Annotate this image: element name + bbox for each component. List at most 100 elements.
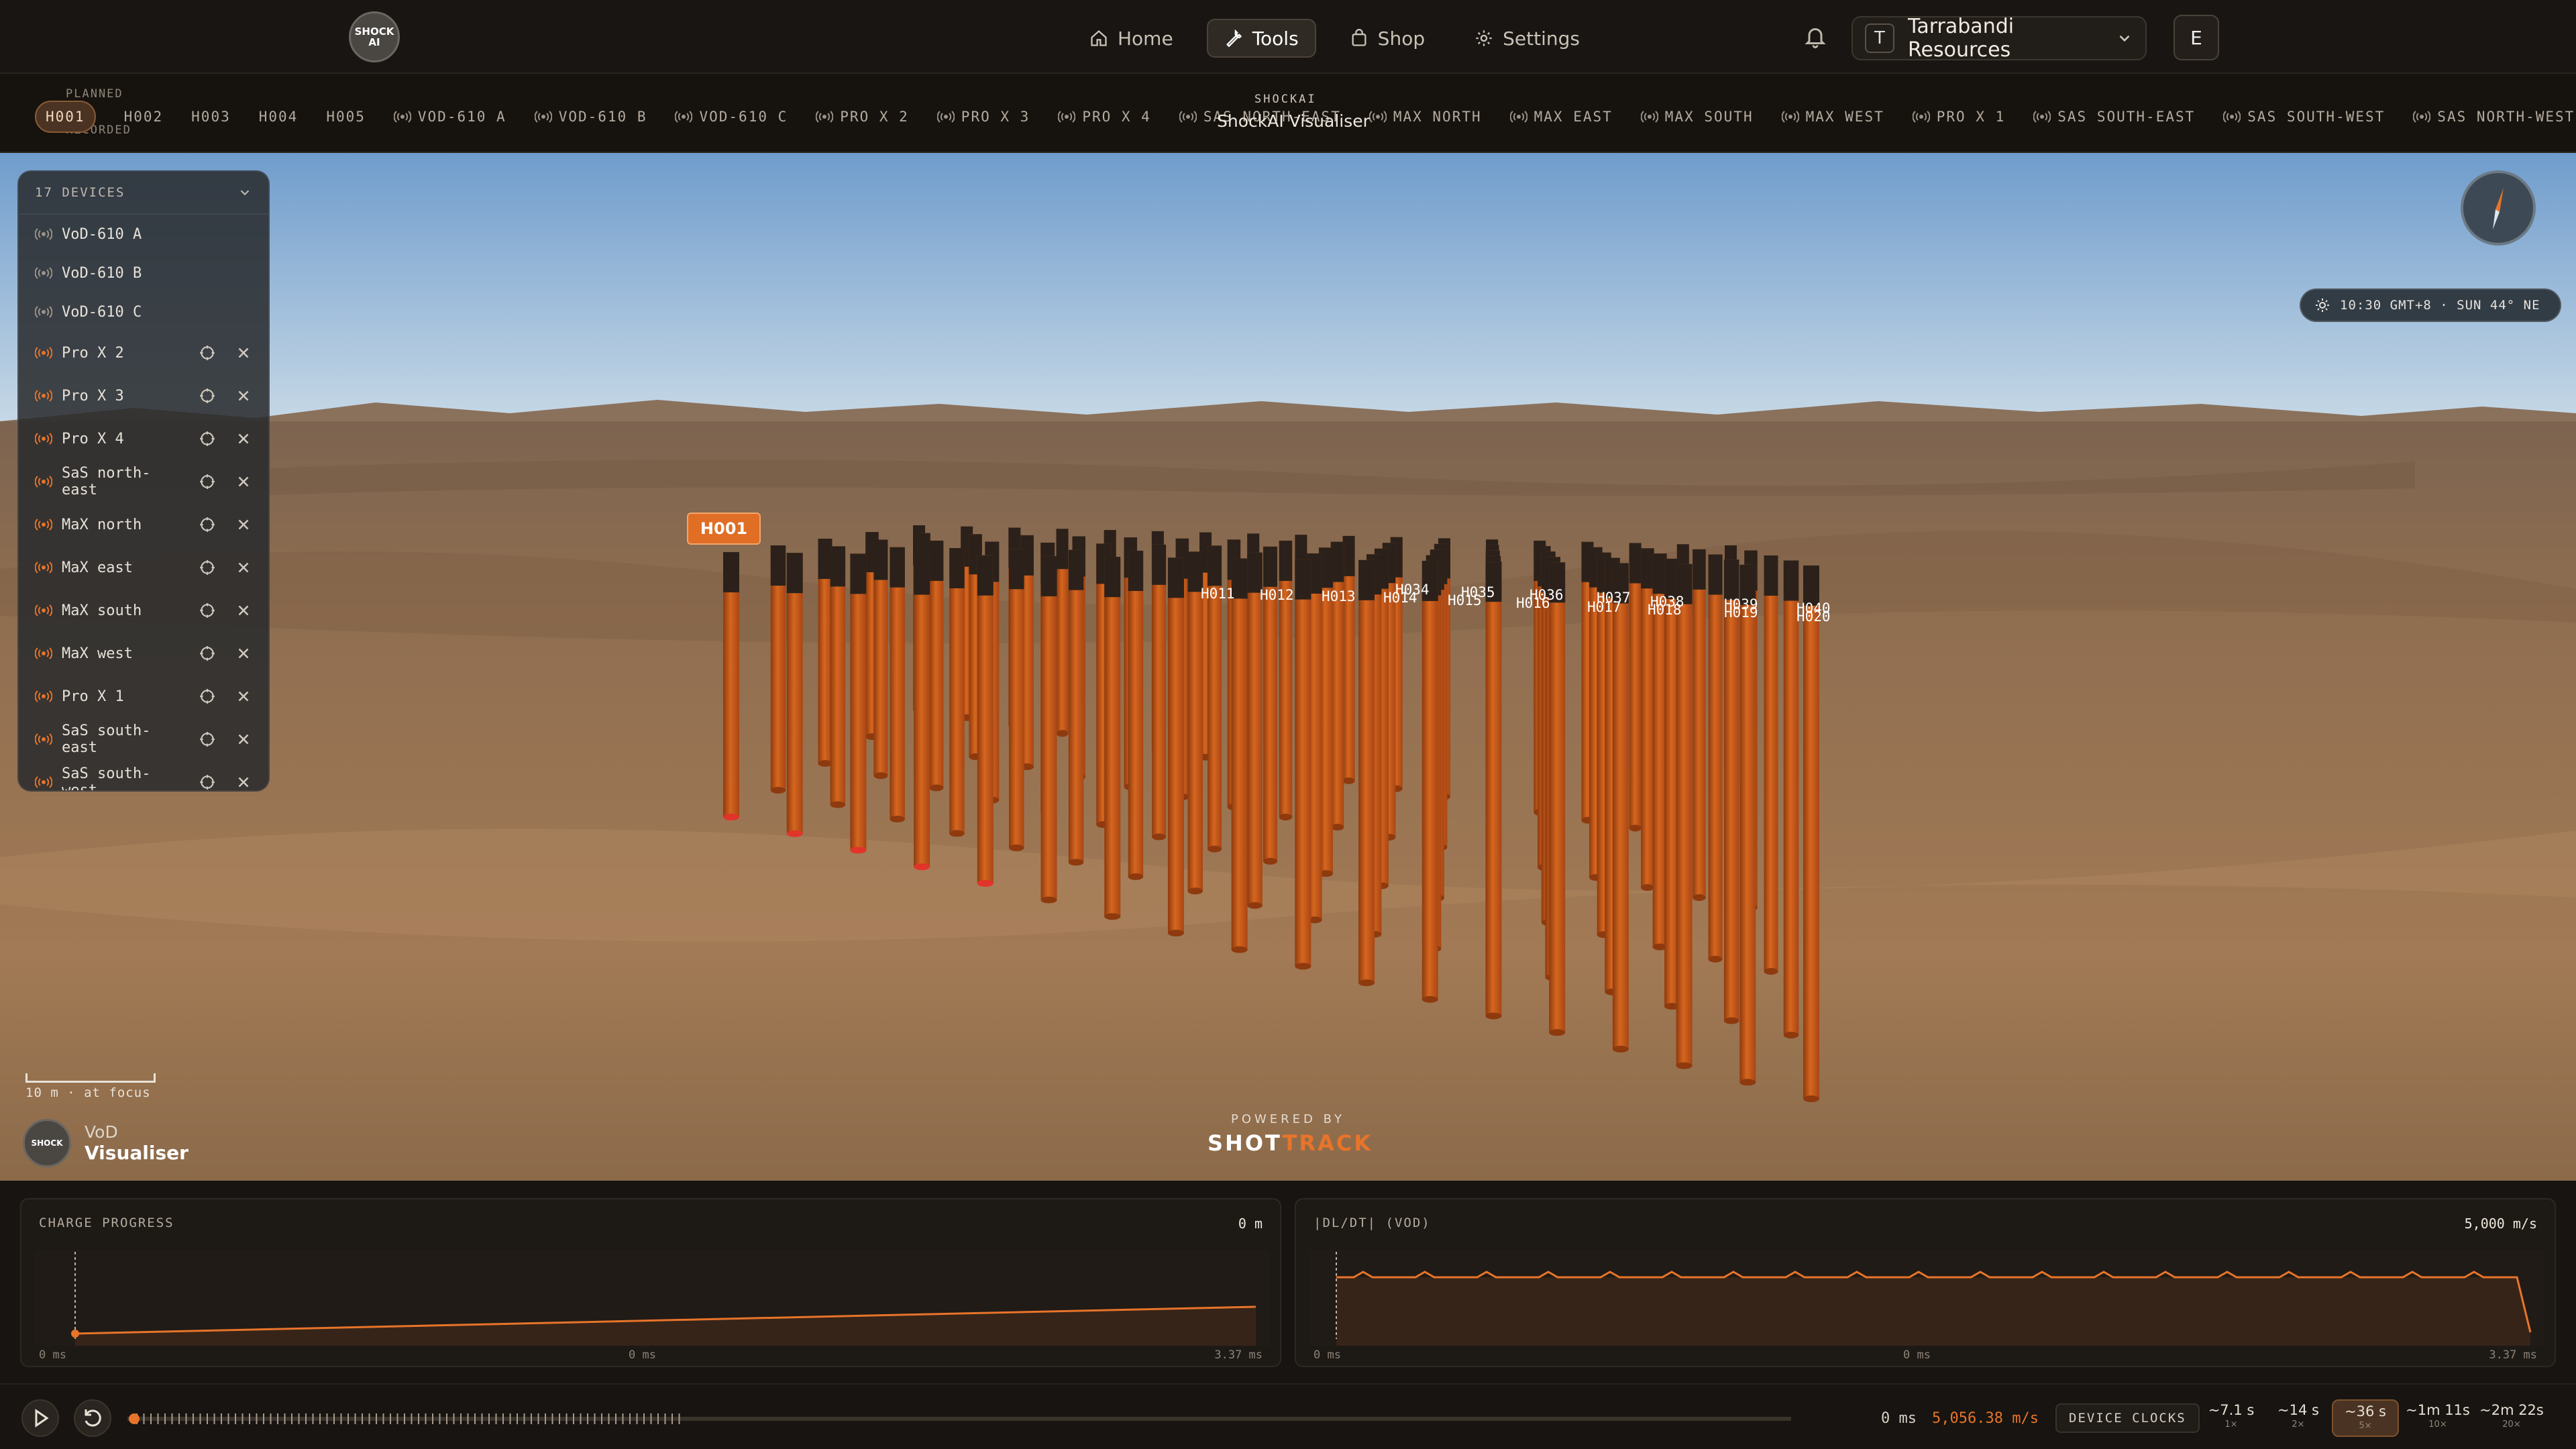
device-row[interactable]: MaX west bbox=[19, 632, 268, 675]
device-row[interactable]: VoD-610 B bbox=[19, 254, 268, 292]
strip-item[interactable]: PRO X 2 bbox=[816, 101, 909, 133]
target-icon[interactable] bbox=[199, 344, 216, 362]
blast-hole[interactable] bbox=[1128, 550, 1144, 880]
hole-label[interactable]: H039 bbox=[1724, 596, 1758, 612]
blast-hole[interactable] bbox=[1342, 535, 1355, 784]
blast-hole[interactable] bbox=[1040, 555, 1057, 904]
3d-scene[interactable]: H011 H012 H013 H014H034H015H035H016H036H017… bbox=[0, 153, 2576, 1181]
strip-item[interactable]: MAX NORTH bbox=[1368, 101, 1482, 133]
device-row[interactable]: MaX south bbox=[19, 589, 268, 632]
nav-home[interactable]: Home bbox=[1073, 19, 1189, 58]
blast-hole[interactable] bbox=[949, 547, 965, 837]
device-row[interactable]: VoD-610 C bbox=[19, 292, 268, 331]
speed-option[interactable]: ~36 s 5× bbox=[2332, 1399, 2399, 1437]
speed-option[interactable]: ~7.1 s 1× bbox=[2198, 1399, 2265, 1437]
blast-hole[interactable] bbox=[1167, 557, 1184, 936]
blast-hole[interactable] bbox=[1485, 561, 1502, 1020]
compass-widget[interactable] bbox=[2461, 170, 2536, 246]
strip-item[interactable]: MAX WEST bbox=[1781, 101, 1884, 133]
strip-item[interactable]: MAX SOUTH bbox=[1640, 101, 1754, 133]
target-icon[interactable] bbox=[199, 645, 216, 662]
close-icon[interactable] bbox=[235, 645, 252, 662]
play-button[interactable] bbox=[21, 1399, 59, 1437]
target-icon[interactable] bbox=[199, 516, 216, 533]
blast-hole[interactable] bbox=[914, 554, 930, 871]
strip-item[interactable]: SAS NORTH-WEST bbox=[2413, 101, 2575, 133]
organization-selector[interactable]: T Tarrabandi Resources bbox=[1851, 15, 2147, 62]
target-icon[interactable] bbox=[199, 473, 216, 490]
strip-item[interactable]: H005 bbox=[326, 101, 366, 133]
blast-hole[interactable] bbox=[1056, 529, 1069, 737]
device-clocks-button[interactable]: DEVICE CLOCKS bbox=[2055, 1403, 2200, 1433]
user-avatar-button[interactable]: E bbox=[2174, 15, 2219, 60]
device-row[interactable]: Pro X 2 bbox=[19, 331, 268, 374]
strip-item[interactable]: H001 bbox=[35, 101, 96, 133]
strip-item[interactable]: H002 bbox=[124, 101, 164, 133]
device-row[interactable]: Pro X 1 bbox=[19, 675, 268, 718]
blast-hole[interactable] bbox=[786, 553, 803, 837]
blast-hole[interactable] bbox=[818, 539, 833, 767]
sun-time-indicator[interactable]: 10:30 GMT+8 · SUN 44° NE bbox=[2300, 288, 2561, 322]
3d-viewport[interactable]: H011 H012 H013 H014 H034 H015 H035 H016 H036 H017… bbox=[0, 153, 2576, 1181]
blast-hole[interactable] bbox=[1708, 554, 1723, 963]
close-icon[interactable] bbox=[235, 559, 252, 576]
blast-hole[interactable] bbox=[1231, 558, 1248, 953]
blast-hole[interactable] bbox=[873, 539, 888, 780]
strip-item[interactable]: H003 bbox=[191, 101, 231, 133]
speed-option[interactable]: ~2m 22s 20× bbox=[2478, 1399, 2545, 1437]
target-icon[interactable] bbox=[199, 430, 216, 447]
blast-hole[interactable] bbox=[1723, 559, 1739, 1024]
devices-panel-header[interactable]: 17 DEVICES bbox=[19, 172, 268, 215]
target-icon[interactable] bbox=[199, 773, 216, 791]
blast-hole[interactable] bbox=[1247, 552, 1263, 909]
blast-hole[interactable] bbox=[1629, 543, 1642, 832]
hole-label[interactable]: H012 bbox=[1260, 587, 1294, 603]
device-row[interactable]: SaS south-west bbox=[19, 761, 268, 791]
device-row[interactable]: MaX north bbox=[19, 503, 268, 546]
target-icon[interactable] bbox=[199, 731, 216, 748]
strip-item[interactable]: PRO X 1 bbox=[1912, 101, 2006, 133]
blast-hole[interactable] bbox=[1783, 560, 1799, 1039]
strip-item[interactable]: SAS SOUTH-EAST bbox=[2033, 101, 2195, 133]
blast-hole[interactable] bbox=[770, 545, 786, 794]
close-icon[interactable] bbox=[235, 688, 252, 705]
nav-tools[interactable]: Tools bbox=[1206, 19, 1316, 58]
blast-hole[interactable] bbox=[1295, 559, 1311, 970]
blast-hole[interactable] bbox=[929, 540, 944, 792]
hole-label[interactable]: H036 bbox=[1529, 587, 1564, 603]
blast-hole[interactable] bbox=[850, 553, 867, 854]
close-icon[interactable] bbox=[235, 602, 252, 619]
restart-button[interactable] bbox=[74, 1399, 111, 1437]
target-icon[interactable] bbox=[199, 387, 216, 405]
blast-hole[interactable] bbox=[1358, 559, 1375, 987]
close-icon[interactable] bbox=[235, 430, 252, 447]
device-row[interactable]: SaS south-east bbox=[19, 718, 268, 761]
close-icon[interactable] bbox=[235, 387, 252, 405]
target-icon[interactable] bbox=[199, 688, 216, 705]
blast-hole[interactable] bbox=[1187, 551, 1203, 895]
charge-chart-plot[interactable] bbox=[35, 1238, 1269, 1346]
hole-label[interactable]: H037 bbox=[1597, 590, 1631, 606]
blast-hole[interactable] bbox=[1739, 564, 1756, 1086]
hole-label[interactable]: H040 bbox=[1796, 600, 1831, 616]
hole-label[interactable]: H013 bbox=[1322, 588, 1356, 604]
blast-hole[interactable] bbox=[1764, 555, 1778, 975]
blast-hole[interactable] bbox=[1803, 566, 1819, 1102]
target-icon[interactable] bbox=[199, 559, 216, 576]
scrub-handle[interactable] bbox=[129, 1413, 140, 1424]
strip-item[interactable]: SAS SOUTH-WEST bbox=[2223, 101, 2385, 133]
chevron-down-icon[interactable] bbox=[237, 185, 252, 200]
nav-shop[interactable]: Shop bbox=[1334, 19, 1441, 58]
device-row[interactable]: Pro X 4 bbox=[19, 417, 268, 460]
blast-hole[interactable] bbox=[1421, 560, 1438, 1003]
device-row[interactable]: SaS north-east bbox=[19, 460, 268, 503]
blast-hole[interactable] bbox=[890, 547, 905, 822]
vod-chart-plot[interactable] bbox=[1309, 1238, 2544, 1346]
strip-item[interactable]: VOD-610 B bbox=[534, 101, 647, 133]
blast-hole[interactable] bbox=[1693, 549, 1706, 901]
blast-hole[interactable] bbox=[1279, 540, 1293, 820]
shockai-logo[interactable]: SHOCK AI bbox=[349, 11, 400, 62]
strip-item[interactable]: VOD-610 A bbox=[393, 101, 506, 133]
strip-item[interactable]: PRO X 4 bbox=[1058, 101, 1151, 133]
strip-item[interactable]: PRO X 3 bbox=[936, 101, 1030, 133]
